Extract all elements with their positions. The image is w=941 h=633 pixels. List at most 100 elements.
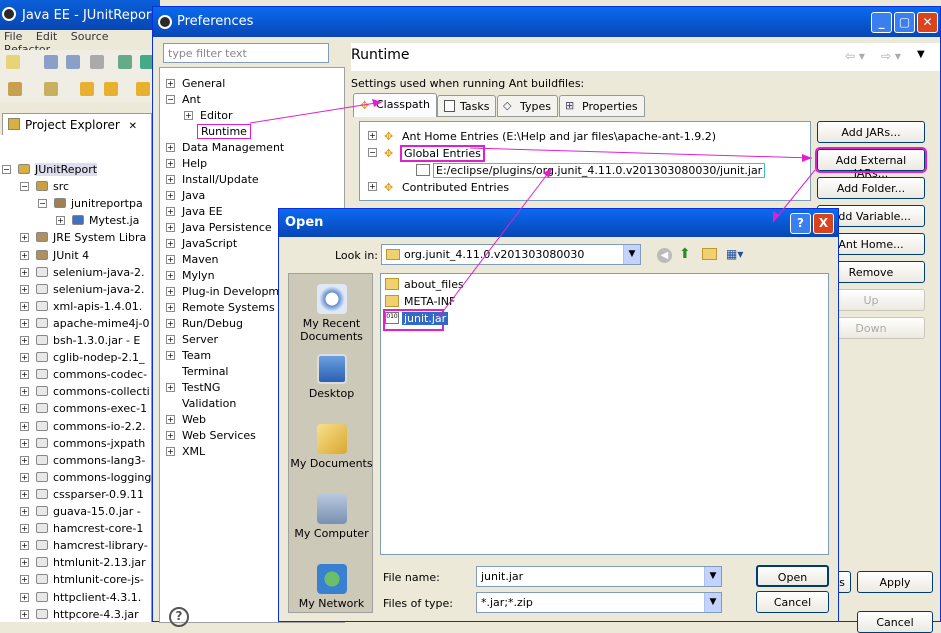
back-icon[interactable]: ◀ xyxy=(657,248,672,263)
expand-icon[interactable]: + xyxy=(166,415,175,424)
debug-icon[interactable] xyxy=(118,55,132,69)
expand-icon[interactable]: + xyxy=(166,335,175,344)
expand-icon[interactable]: + xyxy=(20,267,29,277)
new-icon[interactable] xyxy=(6,55,20,69)
expand-icon[interactable]: + xyxy=(20,387,29,397)
expand-icon[interactable]: + xyxy=(20,336,29,345)
menu-edit[interactable]: Edit xyxy=(36,30,57,43)
expand-icon[interactable]: + xyxy=(166,383,175,392)
look-in-dropdown-icon[interactable]: ▼ xyxy=(623,245,640,264)
edit-icon[interactable] xyxy=(44,82,58,96)
forward-arrow-icon[interactable] xyxy=(104,82,118,96)
minimize-button[interactable]: _ xyxy=(871,12,892,33)
expand-icon[interactable]: + xyxy=(166,255,175,264)
toggle-icon[interactable] xyxy=(8,82,22,96)
expand-icon[interactable]: + xyxy=(166,143,175,152)
menu-file[interactable]: File xyxy=(4,30,22,43)
open-help-button[interactable]: ? xyxy=(790,213,811,234)
file-name-input[interactable]: junit.jar ▼ xyxy=(476,566,722,587)
expand-icon[interactable]: + xyxy=(166,351,175,360)
expand-icon[interactable]: + xyxy=(166,287,175,296)
maximize-button[interactable]: ▢ xyxy=(894,12,915,33)
place-documents[interactable]: My Documents xyxy=(289,424,374,470)
filter-input[interactable]: type filter text xyxy=(163,43,329,63)
expand-icon[interactable]: − xyxy=(368,148,377,157)
expand-icon[interactable]: + xyxy=(56,216,65,226)
expand-icon[interactable]: + xyxy=(166,159,175,168)
help-icon[interactable]: ? xyxy=(169,607,189,627)
new-folder-icon[interactable] xyxy=(702,248,717,260)
view-menu-icon[interactable]: ▦▾ xyxy=(726,247,748,262)
expand-icon[interactable]: + xyxy=(166,447,175,456)
save-icon[interactable] xyxy=(44,55,58,69)
add-external-jars-button[interactable]: Add External JARs... xyxy=(815,147,927,180)
tab-types[interactable]: ◇ Types xyxy=(497,95,558,117)
expand-icon[interactable]: + xyxy=(20,421,29,431)
place-desktop[interactable]: Desktop xyxy=(289,354,374,400)
expand-icon[interactable]: + xyxy=(20,455,29,465)
expand-icon[interactable]: + xyxy=(20,353,29,363)
open-cancel-button[interactable]: Cancel xyxy=(756,591,829,613)
expand-icon[interactable]: + xyxy=(20,541,29,551)
menu-source[interactable]: Source xyxy=(71,30,109,43)
open-button[interactable]: Open xyxy=(756,565,829,587)
expand-icon[interactable]: + xyxy=(20,284,29,294)
expand-icon[interactable]: + xyxy=(20,301,29,311)
expand-icon[interactable]: + xyxy=(20,233,29,243)
up-folder-icon[interactable]: ⬆ xyxy=(679,246,695,262)
back-nav-icon[interactable]: ⇦ ▾ xyxy=(845,49,865,63)
nav-icon[interactable] xyxy=(136,82,150,96)
project-explorer-tab[interactable]: Project Explorer ✕ xyxy=(2,113,152,135)
expand-icon[interactable]: − xyxy=(2,165,11,174)
expand-icon[interactable]: + xyxy=(368,131,377,140)
place-recent[interactable]: My Recent Documents xyxy=(289,284,374,343)
add-folder-button[interactable]: Add Folder... xyxy=(817,177,925,199)
expand-icon[interactable]: + xyxy=(20,404,29,414)
file-type-dropdown-icon[interactable]: ▼ xyxy=(704,593,721,612)
expand-icon[interactable]: + xyxy=(20,575,29,585)
expand-icon[interactable]: − xyxy=(20,182,29,192)
place-network[interactable]: My Network xyxy=(289,564,374,610)
expand-icon[interactable]: + xyxy=(20,472,29,482)
file-name-dropdown-icon[interactable]: ▼ xyxy=(704,567,721,586)
close-button[interactable]: ✕ xyxy=(917,12,938,33)
expand-icon[interactable]: + xyxy=(166,271,175,280)
expand-icon[interactable]: − xyxy=(166,95,175,104)
expand-icon[interactable]: + xyxy=(20,438,29,448)
expand-icon[interactable]: + xyxy=(166,79,175,88)
open-close-button[interactable]: X xyxy=(813,213,834,234)
expand-icon[interactable]: + xyxy=(166,431,175,440)
expand-icon[interactable]: + xyxy=(166,239,175,248)
forward-nav-icon[interactable]: ⇨ ▾ xyxy=(881,49,901,63)
expand-icon[interactable]: + xyxy=(166,303,175,312)
tab-properties[interactable]: ⊞ Properties xyxy=(559,95,645,117)
back-arrow-icon[interactable] xyxy=(80,82,94,96)
expand-icon[interactable]: + xyxy=(20,609,29,619)
expand-icon[interactable]: + xyxy=(20,507,29,516)
apply-button[interactable]: Apply xyxy=(857,571,933,593)
tab-classpath[interactable]: ✥ Classpath xyxy=(353,93,437,117)
expand-icon[interactable]: + xyxy=(166,207,175,216)
close-view-icon[interactable]: ✕ xyxy=(129,121,137,132)
expand-icon[interactable]: + xyxy=(20,250,29,260)
place-computer[interactable]: My Computer xyxy=(289,494,374,540)
expand-icon[interactable]: + xyxy=(166,319,175,328)
expand-icon[interactable]: + xyxy=(20,318,29,328)
file-item-junit-jar[interactable]: 010 junit.jar xyxy=(383,309,449,331)
view-menu-icon[interactable]: ▼ xyxy=(917,49,925,60)
cancel-button[interactable]: Cancel xyxy=(857,611,933,633)
file-type-select[interactable]: *.jar;*.zip ▼ xyxy=(476,592,722,613)
print-icon[interactable] xyxy=(90,55,104,69)
expand-icon[interactable]: − xyxy=(38,199,47,209)
expand-icon[interactable]: + xyxy=(20,370,29,380)
look-in-select[interactable]: org.junit_4.11.0.v201303080030 ▼ xyxy=(381,244,641,265)
add-jars-button[interactable]: Add JARs... xyxy=(817,121,925,143)
expand-icon[interactable]: + xyxy=(20,524,29,534)
save-all-icon[interactable] xyxy=(66,55,80,69)
expand-icon[interactable]: + xyxy=(20,489,29,499)
expand-icon[interactable]: + xyxy=(20,558,29,568)
expand-icon[interactable]: + xyxy=(166,175,175,184)
tab-tasks[interactable]: Tasks xyxy=(437,95,497,117)
expand-icon[interactable]: + xyxy=(184,111,193,120)
expand-icon[interactable]: + xyxy=(20,592,29,602)
